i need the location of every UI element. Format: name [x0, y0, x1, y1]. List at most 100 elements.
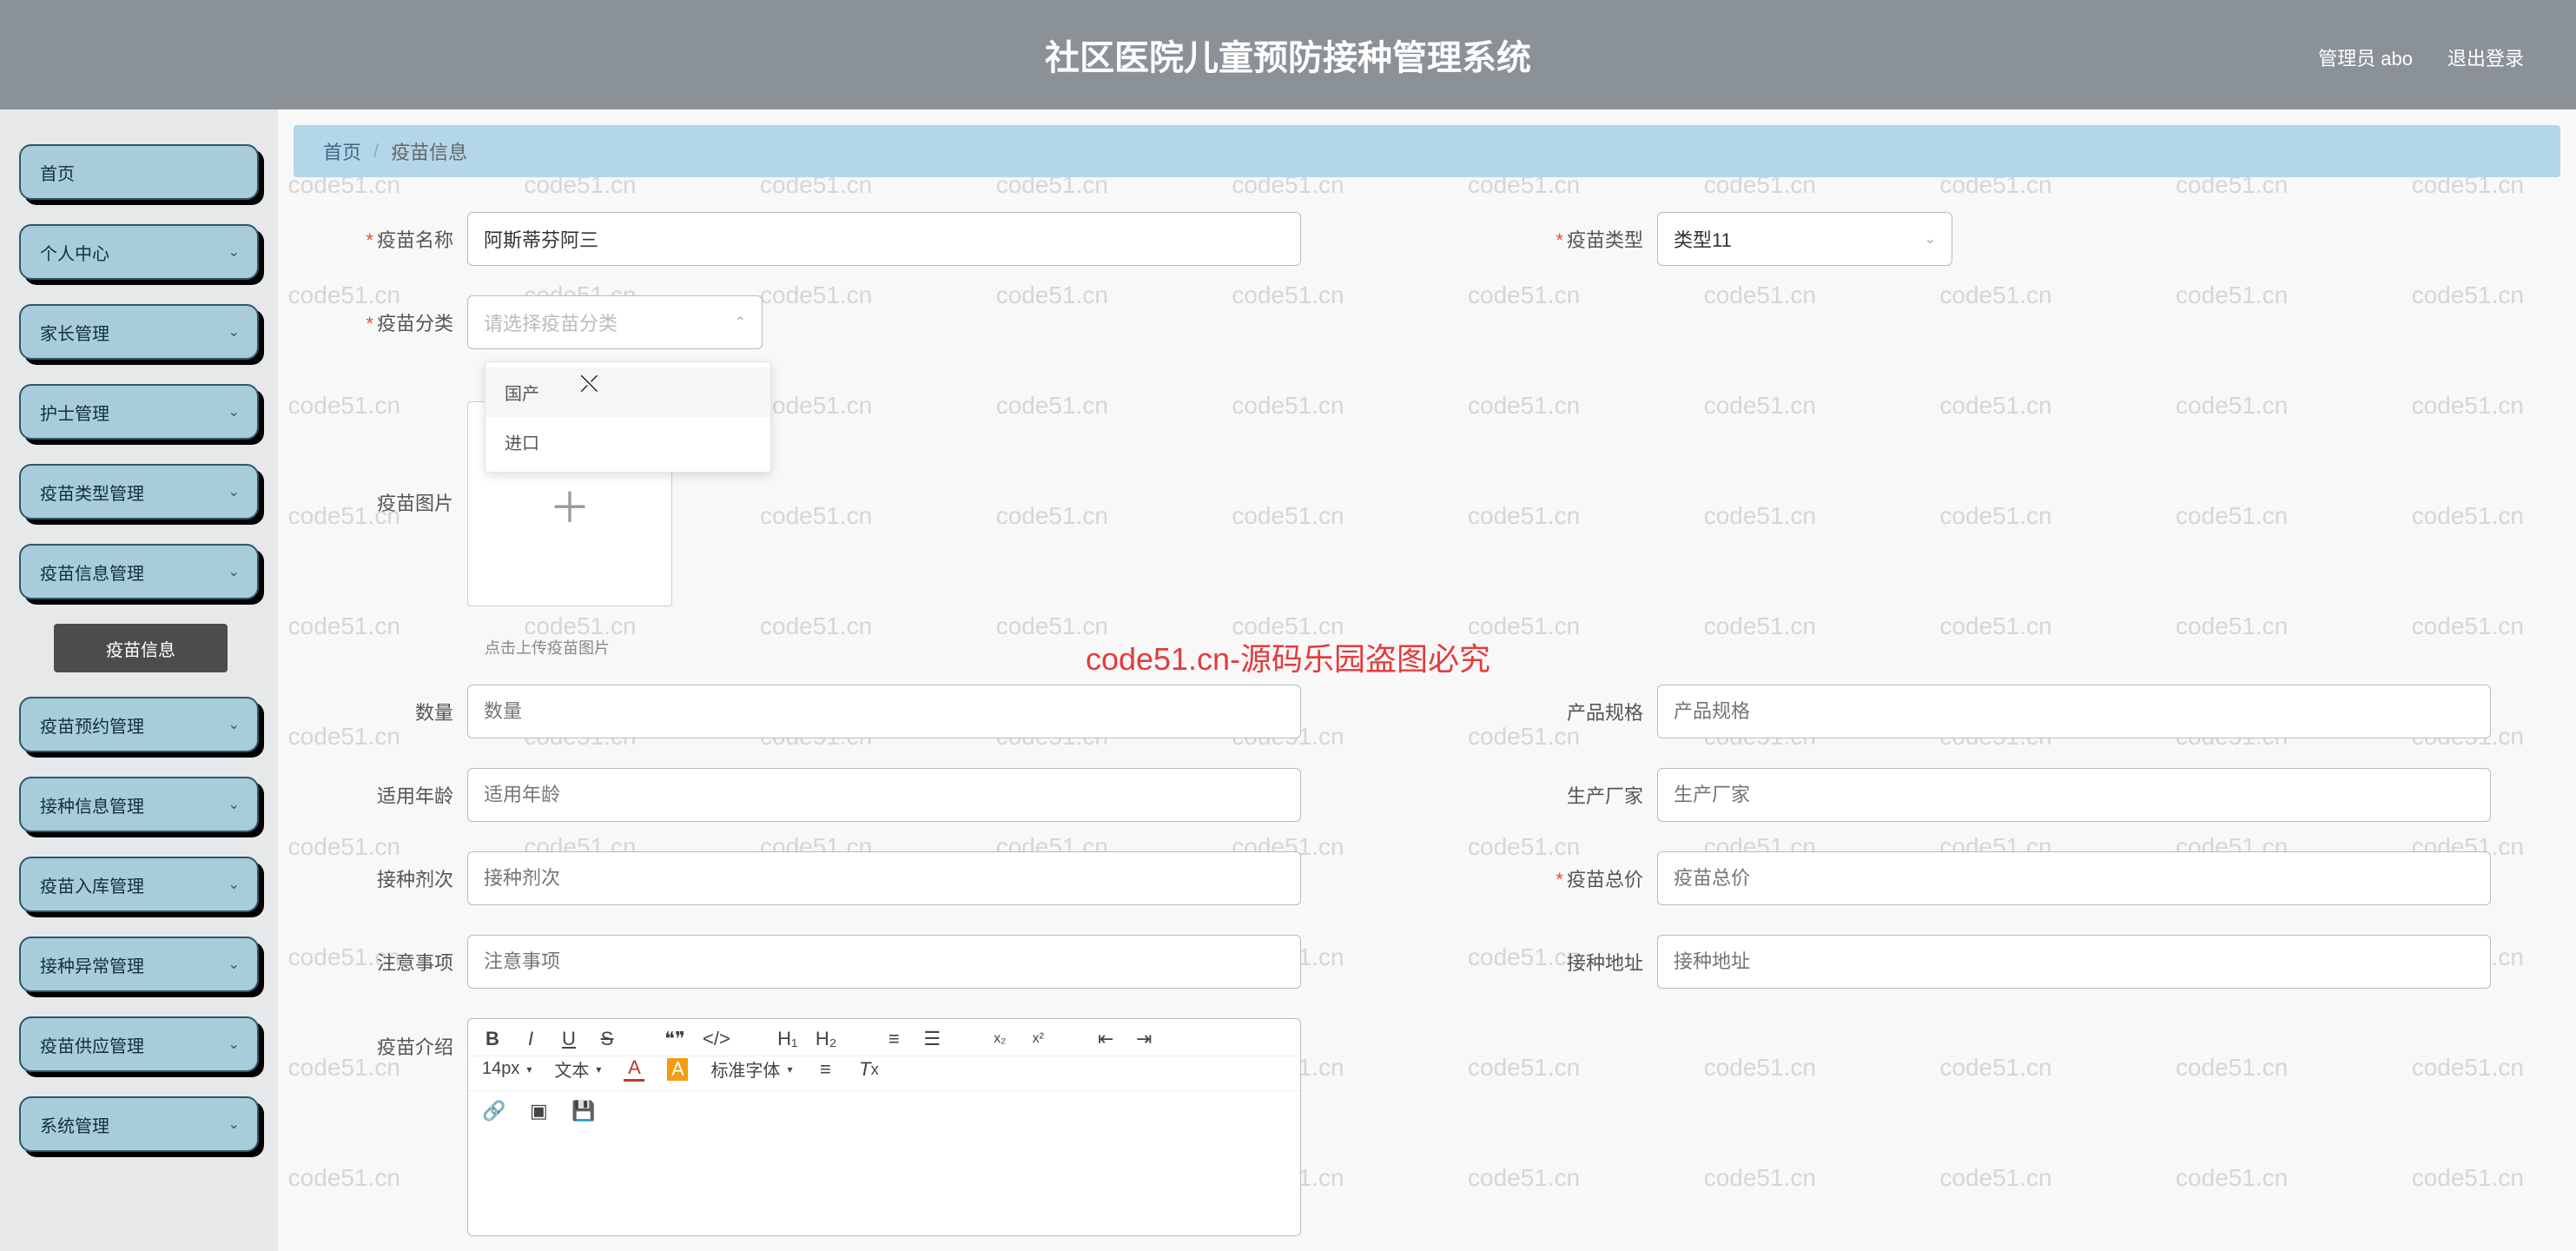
sidebar-item-label: 系统管理 — [40, 1112, 109, 1137]
sidebar-item-vaccine-appointment[interactable]: 疫苗预约管理 ⌄ — [19, 697, 259, 752]
quantity-input[interactable] — [467, 685, 1301, 738]
chevron-down-icon: ⌄ — [228, 1115, 240, 1133]
dropdown-option-import[interactable]: 进口 — [485, 417, 770, 467]
vaccine-type-label: *疫苗类型 — [1501, 225, 1657, 253]
age-label: 适用年龄 — [311, 781, 467, 809]
sidebar-item-profile[interactable]: 个人中心 ⌄ — [19, 224, 259, 280]
spec-label: 产品规格 — [1501, 698, 1657, 725]
outdent-button[interactable]: ⇤ — [1095, 1028, 1116, 1050]
chevron-down-icon: ⌄ — [228, 796, 240, 813]
vaccine-name-label: *疫苗名称 — [311, 225, 467, 253]
link-button[interactable]: 🔗 — [482, 1100, 505, 1122]
sidebar-item-home[interactable]: 首页 — [19, 144, 259, 200]
address-label: 接种地址 — [1501, 948, 1657, 976]
unordered-list-button[interactable]: ☰ — [921, 1028, 942, 1050]
quote-button[interactable]: ❝❞ — [664, 1028, 685, 1050]
notes-label: 注意事项 — [311, 948, 467, 976]
image-button[interactable]: ▣ — [528, 1100, 549, 1122]
chevron-down-icon: ⌄ — [228, 876, 240, 893]
sidebar-item-label: 接种异常管理 — [40, 952, 144, 977]
sidebar-item-label: 疫苗信息 — [106, 636, 175, 661]
sidebar-item-vaccine-info[interactable]: 疫苗信息管理 ⌄ — [19, 544, 259, 599]
spec-input[interactable] — [1657, 685, 2491, 738]
chevron-down-icon: ⌄ — [228, 563, 240, 580]
chevron-down-icon: ⌄ — [228, 1036, 240, 1053]
sidebar-item-vaccine-type[interactable]: 疫苗类型管理 ⌄ — [19, 464, 259, 520]
align-button[interactable]: ≡ — [815, 1058, 836, 1081]
app-header: 社区医院儿童预防接种管理系统 管理员 abo 退出登录 — [0, 0, 2576, 109]
vaccine-name-input[interactable] — [467, 212, 1301, 266]
subscript-button[interactable]: x₂ — [989, 1031, 1010, 1047]
vaccine-image-label: 疫苗图片 — [311, 401, 467, 516]
chevron-down-icon: ⌄ — [228, 483, 240, 500]
sidebar-item-label: 疫苗入库管理 — [40, 872, 144, 897]
sidebar-item-vaccination-info[interactable]: 接种信息管理 ⌄ — [19, 777, 259, 832]
strikethrough-button[interactable]: S — [597, 1028, 618, 1050]
select-value: 类型11 — [1674, 225, 1732, 253]
sidebar-item-parent-manage[interactable]: 家长管理 ⌄ — [19, 304, 259, 360]
vaccine-category-select[interactable]: 请选择疫苗分类 ⌃ — [467, 295, 763, 349]
sidebar-item-nurse-manage[interactable]: 护士管理 ⌄ — [19, 384, 259, 440]
sidebar-item-label: 护士管理 — [40, 400, 109, 425]
sidebar: 首页 个人中心 ⌄ 家长管理 ⌄ 护士管理 ⌄ 疫苗类型管理 ⌄ 疫苗信息管理 … — [0, 109, 278, 1251]
editor-content[interactable] — [468, 1131, 1300, 1235]
sidebar-item-label: 疫苗信息管理 — [40, 559, 144, 585]
total-price-label: *疫苗总价 — [1501, 864, 1657, 892]
chevron-down-icon: ⌄ — [228, 956, 240, 973]
font-color-button[interactable]: A — [624, 1056, 644, 1082]
h1-button[interactable]: H₁ — [777, 1028, 798, 1050]
current-user[interactable]: 管理员 abo — [2318, 43, 2413, 71]
clear-format-button[interactable]: Tx — [858, 1058, 879, 1081]
paragraph-select[interactable]: 文本▾ — [554, 1056, 601, 1082]
manufacturer-label: 生产厂家 — [1501, 781, 1657, 809]
font-family-select[interactable]: 标准字体▾ — [710, 1056, 792, 1082]
notes-input[interactable] — [467, 935, 1301, 989]
sidebar-item-label: 家长管理 — [40, 320, 109, 345]
sidebar-item-system-manage[interactable]: 系统管理 ⌄ — [19, 1096, 259, 1152]
font-size-select[interactable]: 14px▾ — [482, 1059, 532, 1079]
h2-button[interactable]: H₂ — [816, 1028, 836, 1050]
indent-button[interactable]: ⇥ — [1133, 1028, 1154, 1050]
logout-link[interactable]: 退出登录 — [2447, 43, 2524, 71]
address-input[interactable] — [1657, 935, 2491, 989]
vaccine-type-select[interactable]: 类型11 ⌄ — [1657, 212, 1952, 266]
chevron-down-icon: ⌄ — [228, 403, 240, 420]
ordered-list-button[interactable]: ≡ — [883, 1028, 904, 1050]
manufacturer-input[interactable] — [1657, 768, 2491, 822]
sidebar-item-label: 首页 — [40, 160, 75, 185]
chevron-down-icon: ⌄ — [228, 716, 240, 733]
main-content: 首页 / 疫苗信息 *疫苗名称 *疫苗类型 类型11 — [278, 109, 2576, 1251]
chevron-up-icon: ⌃ — [735, 314, 746, 331]
vaccine-category-label: *疫苗分类 — [311, 308, 467, 336]
sidebar-item-label: 疫苗预约管理 — [40, 712, 144, 738]
sidebar-item-vaccine-stockin[interactable]: 疫苗入库管理 ⌄ — [19, 857, 259, 912]
code-button[interactable]: </> — [703, 1028, 730, 1050]
sidebar-item-label: 个人中心 — [40, 240, 109, 265]
italic-button[interactable]: I — [520, 1028, 541, 1050]
vaccine-category-dropdown: 国产 进口 — [485, 361, 771, 473]
bg-color-button[interactable]: A — [667, 1058, 688, 1081]
breadcrumb-current: 疫苗信息 — [391, 137, 467, 165]
dropdown-option-domestic[interactable]: 国产 — [485, 367, 770, 417]
chevron-down-icon: ⌄ — [228, 243, 240, 261]
dose-label: 接种剂次 — [311, 864, 467, 892]
bold-button[interactable]: B — [482, 1028, 503, 1050]
sidebar-item-vaccination-abnormal[interactable]: 接种异常管理 ⌄ — [19, 937, 259, 992]
sidebar-item-label: 疫苗供应管理 — [40, 1032, 144, 1057]
upload-helper-text: 点击上传疫苗图片 — [485, 636, 2543, 659]
age-input[interactable] — [467, 768, 1301, 822]
breadcrumb-home[interactable]: 首页 — [323, 137, 361, 165]
underline-button[interactable]: U — [558, 1028, 579, 1050]
select-placeholder: 请选择疫苗分类 — [484, 308, 618, 336]
dose-input[interactable] — [467, 851, 1301, 905]
breadcrumb: 首页 / 疫苗信息 — [294, 125, 2560, 177]
sidebar-item-vaccine-supply[interactable]: 疫苗供应管理 ⌄ — [19, 1016, 259, 1072]
chevron-down-icon: ⌄ — [228, 323, 240, 341]
sidebar-subitem-vaccine-info[interactable]: 疫苗信息 — [54, 624, 228, 672]
total-price-input[interactable] — [1657, 851, 2491, 905]
save-button[interactable]: 💾 — [571, 1100, 595, 1122]
breadcrumb-separator: / — [373, 140, 379, 162]
vaccine-form: *疫苗名称 *疫苗类型 类型11 ⌄ — [294, 177, 2560, 1251]
sidebar-item-label: 疫苗类型管理 — [40, 480, 144, 505]
superscript-button[interactable]: x² — [1027, 1031, 1048, 1047]
